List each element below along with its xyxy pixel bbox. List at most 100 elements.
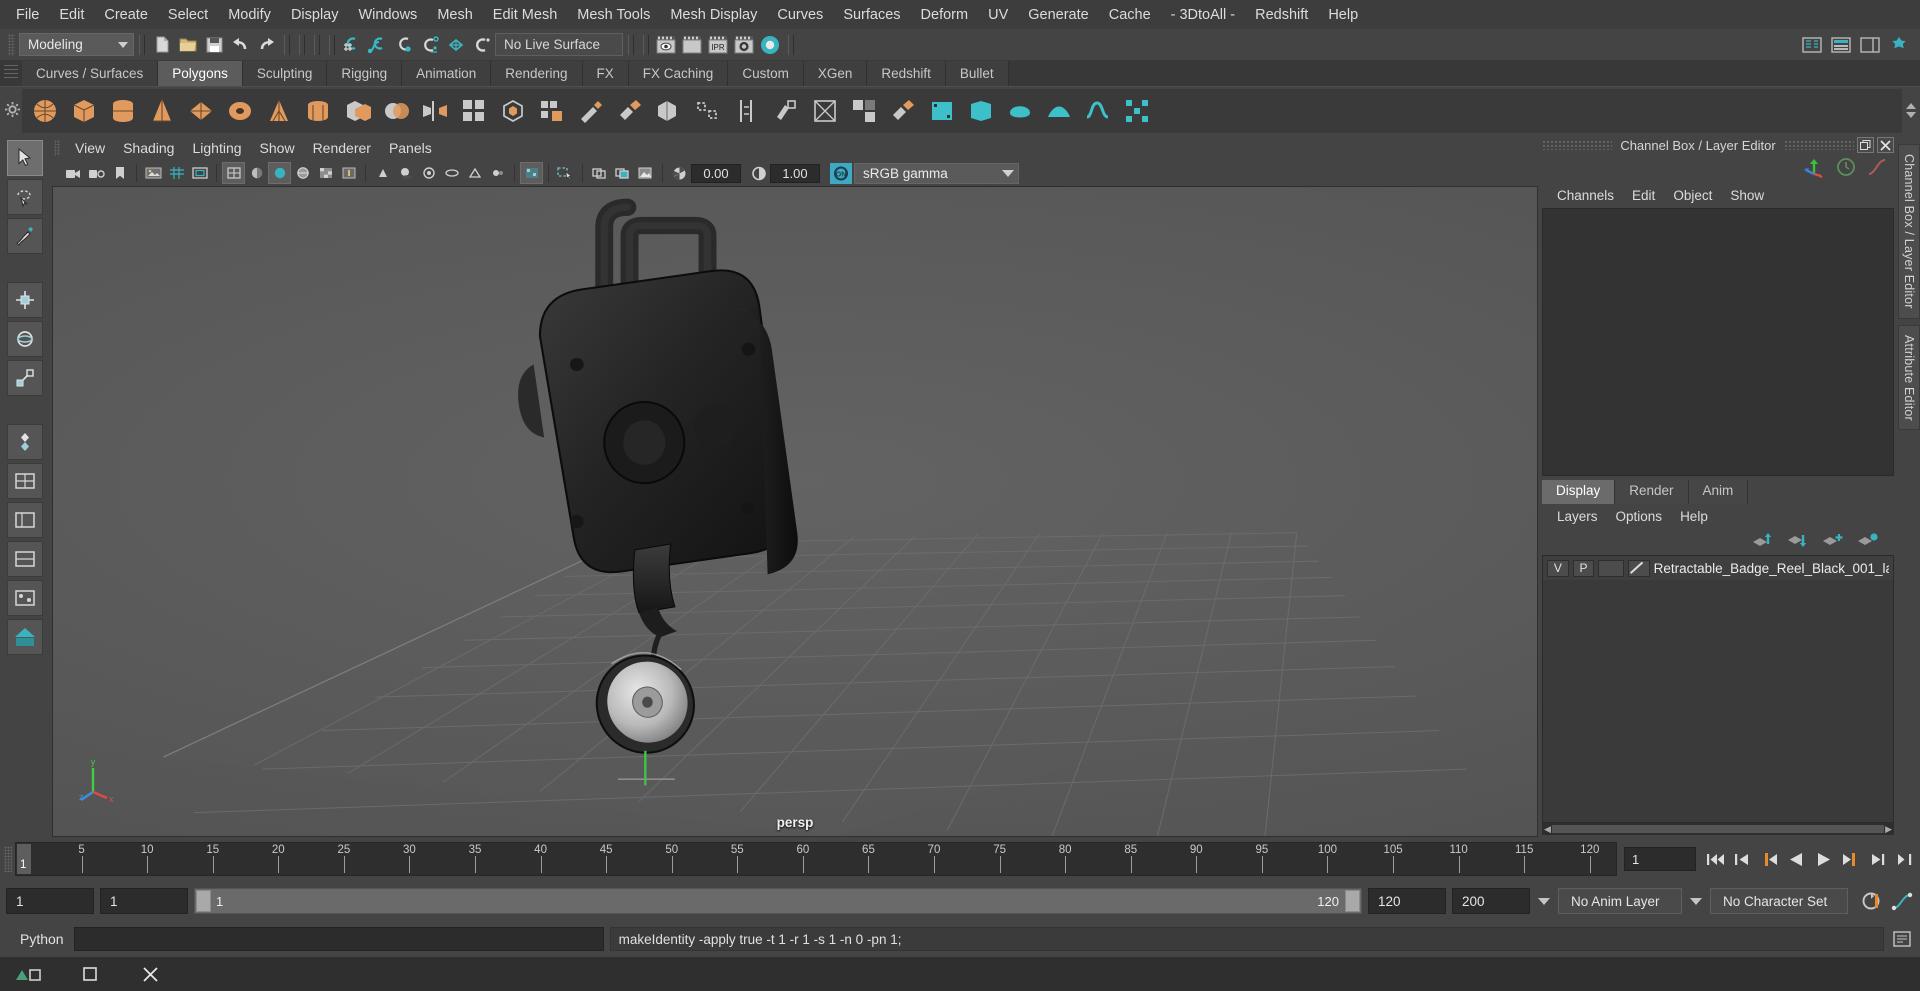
panel-menu-panels[interactable]: Panels (380, 138, 441, 158)
snap-to-point-icon[interactable] (391, 32, 417, 58)
append-polygon-icon[interactable] (769, 94, 803, 128)
command-input[interactable] (73, 927, 604, 951)
snap-to-curve-icon[interactable] (365, 32, 391, 58)
panel-menu-view[interactable]: View (66, 138, 114, 158)
time-slider[interactable]: 1 5 10 15 20 25 30 35 40 45 50 55 60 65 70 75 80 85 90 95 1… (15, 842, 1617, 876)
maya-app-icon[interactable] (0, 957, 60, 991)
hypershade-layout-icon[interactable] (7, 619, 43, 655)
channel-box-menu-edit[interactable]: Edit (1623, 186, 1664, 205)
menu-redshift[interactable]: Redshift (1245, 4, 1318, 26)
go-to-start-icon[interactable] (1703, 847, 1727, 871)
move-layer-down-icon[interactable] (1786, 532, 1808, 553)
bevel-icon[interactable] (496, 94, 530, 128)
close-icon[interactable] (1877, 137, 1894, 153)
hypershade-icon[interactable] (757, 32, 783, 58)
menu-deform[interactable]: Deform (911, 4, 979, 26)
shaded-wireframe-icon[interactable] (291, 162, 314, 184)
xray-active-components-icon[interactable] (634, 162, 657, 184)
time-slider-grip[interactable] (4, 846, 12, 872)
animation-preferences-icon[interactable] (1890, 889, 1914, 913)
uv-cylindrical-icon[interactable] (964, 94, 998, 128)
play-backwards-icon[interactable] (1784, 847, 1808, 871)
layer-tab-anim[interactable]: Anim (1688, 480, 1749, 504)
shelf-tab-curves-surfaces[interactable]: Curves / Surfaces (22, 61, 159, 86)
poly-cylinder-icon[interactable] (106, 94, 140, 128)
side-tab-attribute-editor[interactable]: Attribute Editor (1898, 324, 1920, 431)
exposure-field[interactable]: 0.00 (691, 163, 741, 183)
anim-curve-icon[interactable] (1866, 157, 1888, 182)
select-tool[interactable] (7, 140, 43, 176)
snap-to-projected-center-icon[interactable] (417, 32, 443, 58)
layer-tab-display[interactable]: Display (1542, 480, 1616, 504)
shelf-tab-fx-caching[interactable]: FX Caching (628, 61, 729, 86)
shelf-scroll-buttons[interactable] (1902, 88, 1920, 133)
range-slider-bar[interactable]: 1 120 (194, 888, 1362, 914)
shelf-tab-polygons[interactable]: Polygons (158, 61, 243, 86)
channel-box-toggle-icon[interactable] (1828, 32, 1854, 58)
live-surface-field[interactable]: No Live Surface (495, 33, 623, 56)
new-layer-icon[interactable] (1821, 532, 1843, 553)
multi-cut-icon[interactable] (613, 94, 647, 128)
move-tool[interactable] (7, 282, 43, 318)
range-start-field[interactable]: 1 (100, 888, 188, 914)
scroll-right-icon[interactable]: ▶ (1885, 824, 1892, 835)
shadows-icon[interactable] (394, 162, 417, 184)
textured-icon[interactable] (314, 162, 337, 184)
sidebar-toggle-icon[interactable] (1799, 32, 1825, 58)
booleans-icon[interactable] (379, 94, 413, 128)
menu-mesh[interactable]: Mesh (427, 4, 482, 26)
menu-modify[interactable]: Modify (218, 4, 281, 26)
current-frame-field[interactable]: 1 (1624, 847, 1696, 871)
camera-icon[interactable] (62, 162, 85, 184)
smooth-icon[interactable] (457, 94, 491, 128)
undo-icon[interactable] (227, 32, 253, 58)
animation-start-field[interactable]: 1 (6, 888, 94, 914)
open-scene-icon[interactable] (175, 32, 201, 58)
menu-windows[interactable]: Windows (348, 4, 427, 26)
offset-edge-loop-icon[interactable] (847, 94, 881, 128)
menu-mesh-tools[interactable]: Mesh Tools (567, 4, 660, 26)
shelf-tab-animation[interactable]: Animation (402, 61, 492, 86)
layer-menu-layers[interactable]: Layers (1548, 507, 1607, 526)
multisample-aa-icon[interactable] (463, 162, 486, 184)
rotate-tool[interactable] (7, 321, 43, 357)
layer-menu-help[interactable]: Help (1671, 507, 1717, 526)
step-back-keyframe-icon[interactable] (1730, 847, 1754, 871)
uv-spherical-icon[interactable] (1003, 94, 1037, 128)
scroll-left-icon[interactable]: ◀ (1544, 824, 1551, 835)
menu-cache[interactable]: Cache (1099, 4, 1161, 26)
ambient-occlusion-icon[interactable] (417, 162, 440, 184)
show-manipulator-tool[interactable] (7, 424, 43, 460)
menu-display[interactable]: Display (281, 4, 349, 26)
depth-of-field-icon[interactable] (486, 162, 509, 184)
poly-pyramid-icon[interactable] (262, 94, 296, 128)
smooth-shade-all-icon[interactable] (245, 162, 268, 184)
shelf-tab-fx[interactable]: FX (582, 61, 629, 86)
restore-icon[interactable] (1857, 137, 1874, 153)
uv-planar-icon[interactable] (925, 94, 959, 128)
exposure-icon[interactable] (668, 162, 691, 184)
menu-set-selector[interactable]: Modeling (19, 33, 134, 56)
layer-row[interactable]: V P Retractable_Badge_Reel_Black_001_la (1543, 556, 1893, 580)
channel-box-content[interactable] (1542, 208, 1894, 476)
range-end-handle[interactable] (1345, 890, 1360, 912)
make-live-icon[interactable] (469, 32, 495, 58)
window-close-icon[interactable] (120, 957, 180, 991)
isolate-select-icon[interactable] (554, 162, 577, 184)
xray-joints-icon[interactable] (611, 162, 634, 184)
3d-viewport[interactable]: y z x persp (52, 186, 1538, 837)
scroll-down-icon[interactable] (1906, 112, 1916, 118)
image-plane-icon[interactable] (142, 162, 165, 184)
render-settings-icon[interactable] (731, 32, 757, 58)
panel-menu-lighting[interactable]: Lighting (183, 138, 250, 158)
go-to-end-icon[interactable] (1892, 847, 1916, 871)
poly-cone-icon[interactable] (145, 94, 179, 128)
paint-select-tool[interactable] (7, 218, 43, 254)
dock-drag-dots-right[interactable] (1783, 140, 1854, 150)
menu-surfaces[interactable]: Surfaces (833, 4, 910, 26)
snap-to-grid-icon[interactable] (339, 32, 365, 58)
poly-cube-icon[interactable] (67, 94, 101, 128)
gamma-field[interactable]: 1.00 (770, 163, 820, 183)
mirror-icon[interactable] (418, 94, 452, 128)
shelf-tab-sculpting[interactable]: Sculpting (242, 61, 328, 86)
